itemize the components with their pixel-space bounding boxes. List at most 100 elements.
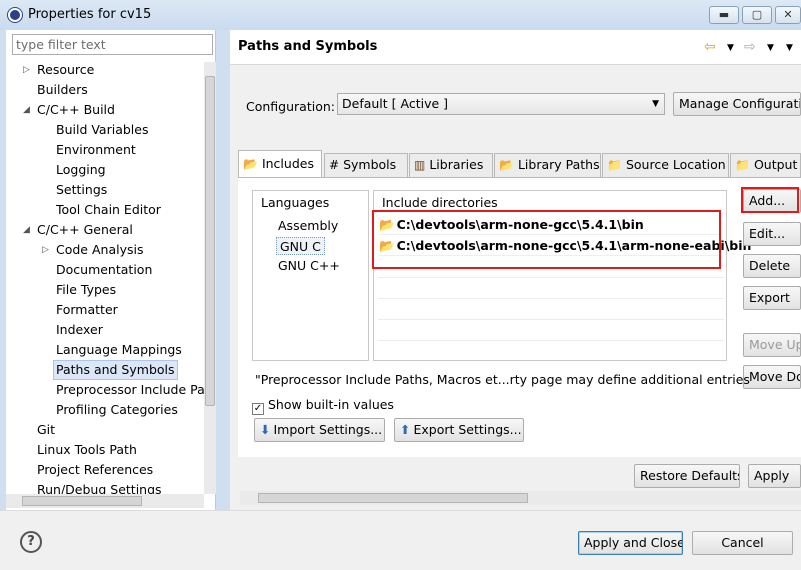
folder-icon: 📂 — [243, 157, 258, 171]
view-menu-icon[interactable]: ▼ — [786, 43, 793, 53]
tree-item[interactable]: Builders — [37, 80, 88, 100]
cancel-button[interactable]: Cancel — [692, 531, 793, 555]
delete-button[interactable]: Delete — [743, 254, 801, 278]
forward-arrow-icon[interactable]: ⇨ — [744, 39, 756, 55]
tree-item[interactable]: Settings — [56, 180, 107, 200]
checkbox-box[interactable]: ✓ — [252, 403, 264, 415]
show-builtin-checkbox[interactable]: ✓ Show built-in values — [252, 397, 394, 415]
maximize-button[interactable]: ▢ — [742, 6, 772, 24]
minimize-button[interactable]: ▬ — [709, 6, 739, 24]
row-divider — [378, 298, 724, 299]
tab-label: Source Location — [625, 157, 726, 172]
export-icon: ⬆ — [400, 422, 411, 437]
dialog-button-bar: ? Apply and Close Cancel — [0, 510, 801, 570]
tree-item[interactable]: Linux Tools Path — [37, 440, 137, 460]
tree-vertical-scrollbar[interactable] — [204, 62, 216, 494]
tab-label: Libraries — [429, 157, 484, 172]
move-up-button[interactable]: Move Up — [743, 333, 801, 357]
tree-item[interactable]: Documentation — [56, 260, 152, 280]
language-item[interactable]: Assembly — [278, 217, 338, 235]
row-divider — [378, 277, 724, 278]
category-tree: ▷ Resource Builders ◢ C/C++ Build Build Varia… — [6, 58, 204, 494]
tab-label: Output — [753, 157, 798, 172]
tree-item[interactable]: Language Mappings — [56, 340, 182, 360]
tree-item[interactable]: Build Variables — [56, 120, 148, 140]
tab-label: Includes — [261, 156, 314, 171]
tree-item[interactable]: Formatter — [56, 300, 118, 320]
tree-item[interactable]: Indexer — [56, 320, 103, 340]
back-arrow-icon[interactable]: ⇦ — [704, 39, 716, 55]
tab-includes[interactable]: 📂 Includes — [238, 150, 322, 177]
tab-source-location[interactable]: 📁 Source Location — [602, 153, 729, 177]
export-settings-button[interactable]: ⬆ Export Settings... — [394, 418, 524, 442]
chevron-down-icon[interactable]: ▼ — [767, 43, 774, 53]
manage-configurations-button[interactable]: Manage Configurations... — [673, 92, 801, 116]
folder-icon: 📁 — [735, 158, 750, 172]
page-header: Paths and Symbols ⇦ ▼ ⇨ ▼ ▼ — [230, 30, 801, 64]
include-directories-header: Include directories — [382, 195, 498, 210]
collapse-icon[interactable]: ◢ — [23, 105, 30, 115]
button-label: Export Settings... — [413, 422, 522, 437]
page-horizontal-scrollbar[interactable] — [240, 491, 801, 505]
chevron-down-icon: ▼ — [652, 99, 659, 109]
tree-item[interactable]: Tool Chain Editor — [56, 200, 161, 220]
category-pane: type filter text ▷ Resource Builders ◢ C/C++… — [6, 30, 216, 510]
tree-item[interactable]: Project References — [37, 460, 153, 480]
chevron-down-icon[interactable]: ▼ — [727, 43, 734, 53]
apply-and-close-button[interactable]: Apply and Close — [578, 531, 683, 555]
tab-label: Symbols — [343, 157, 397, 172]
scrollbar-thumb[interactable] — [22, 496, 142, 506]
languages-header: Languages — [261, 195, 330, 210]
title-bar: Properties for cv15 ▬ ▢ ✕ — [0, 0, 801, 30]
tab-symbols[interactable]: # Symbols — [324, 153, 408, 177]
tree-horizontal-scrollbar[interactable] — [6, 494, 204, 508]
page-title: Paths and Symbols — [238, 39, 378, 54]
tree-item[interactable]: Logging — [56, 160, 106, 180]
configuration-select[interactable]: Default [ Active ] ▼ — [337, 93, 665, 115]
scrollbar-thumb[interactable] — [258, 493, 528, 503]
expand-icon[interactable]: ▷ — [42, 245, 49, 255]
tree-item[interactable]: Environment — [56, 140, 136, 160]
language-item[interactable]: GNU C — [276, 237, 325, 255]
configuration-label: Configuration: — [246, 99, 335, 114]
tree-item[interactable]: Git — [37, 420, 55, 440]
tab-output[interactable]: 📁 Output — [730, 153, 801, 177]
hash-icon: # — [329, 158, 340, 172]
language-item[interactable]: GNU C++ — [278, 257, 340, 275]
tree-item[interactable]: Profiling Categories — [56, 400, 178, 420]
close-button[interactable]: ✕ — [775, 6, 801, 24]
button-label: Import Settings... — [273, 422, 383, 437]
expand-icon[interactable]: ▷ — [23, 65, 30, 75]
collapse-icon[interactable]: ◢ — [23, 225, 30, 235]
filter-input[interactable]: type filter text — [12, 34, 213, 55]
import-icon: ⬇ — [260, 422, 271, 437]
tree-item[interactable]: Run/Debug Settings — [37, 480, 162, 494]
tree-item[interactable]: Resource — [37, 60, 94, 80]
apply-button[interactable]: Apply — [748, 464, 801, 488]
tree-item[interactable]: Code Analysis — [56, 240, 143, 260]
info-note: "Preprocessor Include Paths, Macros et..… — [255, 372, 750, 387]
help-icon[interactable]: ? — [20, 531, 42, 553]
edit-button[interactable]: Edit... — [743, 222, 801, 246]
tab-label: Library Paths — [517, 157, 600, 172]
tree-item[interactable]: Paths and Symbols — [53, 360, 178, 380]
row-divider — [378, 319, 724, 320]
tree-item[interactable]: File Types — [56, 280, 116, 300]
restore-defaults-button[interactable]: Restore Defaults — [634, 464, 740, 488]
folder-icon: 📁 — [607, 158, 622, 172]
export-button[interactable]: Export — [743, 286, 801, 310]
folder-icon: 📂 — [499, 158, 514, 172]
tree-item[interactable]: C/C++ Build — [37, 100, 115, 120]
scrollbar-thumb[interactable] — [205, 76, 215, 406]
tree-item[interactable]: C/C++ General — [37, 220, 133, 240]
window-title: Properties for cv15 — [28, 7, 152, 22]
tab-libraries[interactable]: ▥ Libraries — [409, 153, 493, 177]
import-settings-button[interactable]: ⬇ Import Settings... — [254, 418, 385, 442]
tab-library-paths[interactable]: 📂 Library Paths — [494, 153, 601, 177]
languages-list: Languages Assembly GNU C GNU C++ — [252, 190, 369, 361]
highlight-box — [741, 187, 799, 213]
configuration-value: Default [ Active ] — [342, 96, 449, 111]
tree-item[interactable]: Preprocessor Include Pa — [56, 380, 204, 400]
move-down-button[interactable]: Move Down — [743, 365, 801, 389]
highlight-box — [372, 210, 721, 269]
